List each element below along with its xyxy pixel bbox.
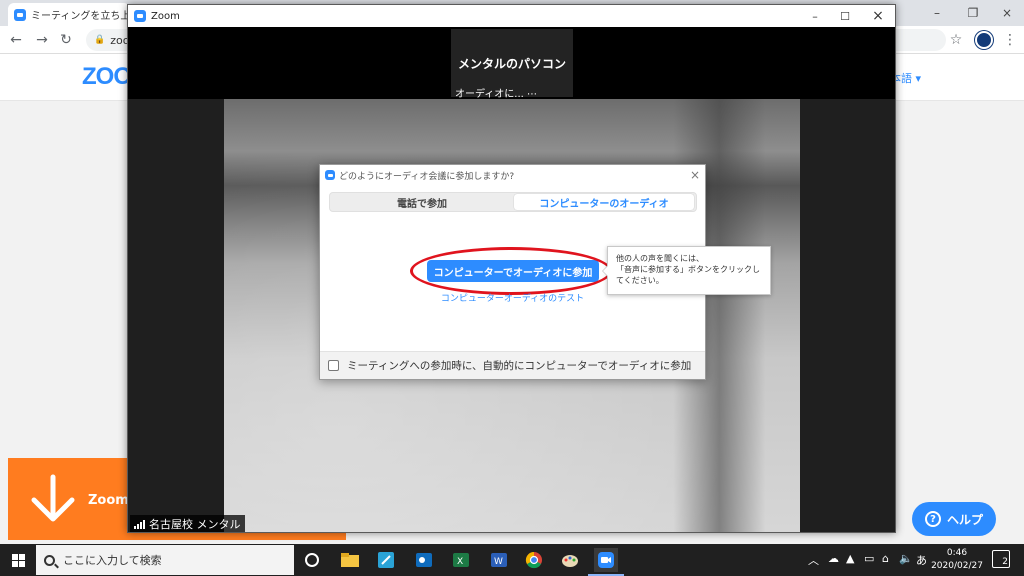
tab-phone-join[interactable]: 電話で参加: [332, 194, 512, 210]
battery-icon[interactable]: ▭: [864, 552, 874, 565]
lock-icon: 🔒: [94, 35, 106, 45]
svg-text:W: W: [494, 557, 503, 567]
zoom-maximize-button[interactable]: ☐: [829, 5, 861, 27]
participant-name: 名古屋校 メンタル: [149, 518, 241, 531]
tab-computer-audio[interactable]: コンピューターのオーディオ: [514, 194, 694, 210]
dialog-titlebar: どのようにオーディオ会議に参加しますか?: [320, 165, 705, 185]
tooltip-line: てください。: [616, 276, 664, 285]
zoom-close-button[interactable]: ×: [862, 5, 894, 27]
signal-strength-icon: [134, 519, 145, 529]
notification-center-icon[interactable]: 2: [992, 550, 1010, 568]
windows-taskbar: ここに入力して検索 X W ︿ ☁ ▲ ▭ ⌂ 🔈 あ 0:46 2020/02…: [0, 544, 1024, 576]
zoom-favicon-icon: [14, 8, 26, 21]
thumbnail-audio-status: オーディオに... ⋯: [455, 89, 538, 100]
taskbar-search-box[interactable]: ここに入力して検索: [36, 545, 294, 575]
tooltip-line: 「音声に参加する」ボタンをクリックし: [616, 265, 760, 274]
back-arrow-icon[interactable]: ←: [6, 30, 26, 50]
browser-tab-zoom[interactable]: ミーティングを立ち上げる - Z: [8, 3, 130, 26]
forward-arrow-icon[interactable]: →: [32, 30, 52, 50]
taskbar-search-placeholder: ここに入力して検索: [63, 554, 162, 567]
clock-time: 0:46: [946, 548, 968, 558]
tray-app-icon[interactable]: ▲: [846, 552, 854, 565]
help-question-icon: ?: [924, 511, 941, 527]
svg-text:X: X: [457, 557, 463, 567]
reload-icon[interactable]: ↻: [56, 30, 76, 50]
browser-minimize-button[interactable]: –: [920, 0, 954, 26]
paint-icon[interactable]: [558, 548, 582, 572]
clock-date: 2020/02/27: [931, 561, 983, 571]
task-view-icon[interactable]: [300, 548, 324, 572]
zoom-window-title: Zoom: [151, 10, 180, 22]
help-button[interactable]: ? ヘルプ: [912, 502, 996, 536]
excel-icon[interactable]: X: [449, 548, 473, 572]
zoom-app-icon: [325, 170, 335, 180]
profile-avatar[interactable]: [975, 31, 993, 49]
participant-name-label: 名古屋校 メンタル: [130, 515, 245, 532]
browser-tab-title: ミーティングを立ち上げる - Z: [31, 11, 130, 22]
download-arrow-icon: [31, 474, 75, 522]
tooltip-line: 他の人の声を聞くには、: [616, 254, 704, 263]
browser-close-button[interactable]: ×: [990, 0, 1024, 26]
zoom-taskbar-icon[interactable]: [588, 548, 624, 576]
thumbnail-strip: メンタルのパソコン オーディオに... ⋯: [128, 27, 895, 100]
tray-chevron-icon[interactable]: ︿: [808, 552, 819, 568]
onedrive-icon[interactable]: ☁: [828, 552, 839, 565]
windows-logo-icon: [11, 553, 25, 567]
participant-thumbnail[interactable]: メンタルのパソコン オーディオに... ⋯: [451, 29, 573, 100]
audio-method-tabs: 電話で参加 コンピューターのオーディオ: [329, 192, 697, 212]
zoom-app-icon: [134, 10, 146, 22]
zoom-minimize-button[interactable]: –: [799, 5, 831, 27]
ime-indicator[interactable]: あ: [916, 552, 927, 568]
join-with-computer-audio-button[interactable]: コンピューターでオーディオに参加: [427, 260, 599, 282]
file-explorer-icon[interactable]: [338, 548, 362, 572]
chrome-icon[interactable]: [522, 548, 546, 572]
volume-icon[interactable]: 🔈: [899, 552, 913, 565]
windows-start-button[interactable]: [0, 544, 36, 576]
network-icon[interactable]: ⌂: [882, 552, 889, 565]
search-icon: [44, 554, 55, 566]
browser-menu-icon[interactable]: ⋮: [1002, 30, 1018, 50]
word-icon[interactable]: W: [487, 548, 511, 572]
tray-clock[interactable]: 0:46 2020/02/27: [930, 547, 984, 573]
auto-join-audio-checkbox[interactable]: [328, 360, 339, 371]
dialog-footer: ミーティングへの参加時に、自動的にコンピューターでオーディオに参加: [320, 351, 705, 379]
outlook-icon[interactable]: [412, 548, 436, 572]
help-button-label: ヘルプ: [946, 512, 983, 527]
zoom-window-titlebar: Zoom – ☐ ×: [128, 5, 895, 27]
dialog-title: どのようにオーディオ会議に参加しますか?: [339, 171, 515, 182]
auto-join-audio-label: ミーティングへの参加時に、自動的にコンピューターでオーディオに参加: [347, 360, 692, 372]
dialog-close-icon[interactable]: ×: [686, 166, 704, 184]
bookmark-star-icon[interactable]: ☆: [946, 30, 966, 50]
thumbnail-name: メンタルのパソコン: [457, 57, 566, 71]
pen-app-icon[interactable]: [374, 548, 398, 572]
browser-restore-button[interactable]: ❐: [956, 0, 990, 26]
join-audio-tooltip: 他の人の声を聞くには、 「音声に参加する」ボタンをクリックし てください。: [602, 246, 771, 295]
